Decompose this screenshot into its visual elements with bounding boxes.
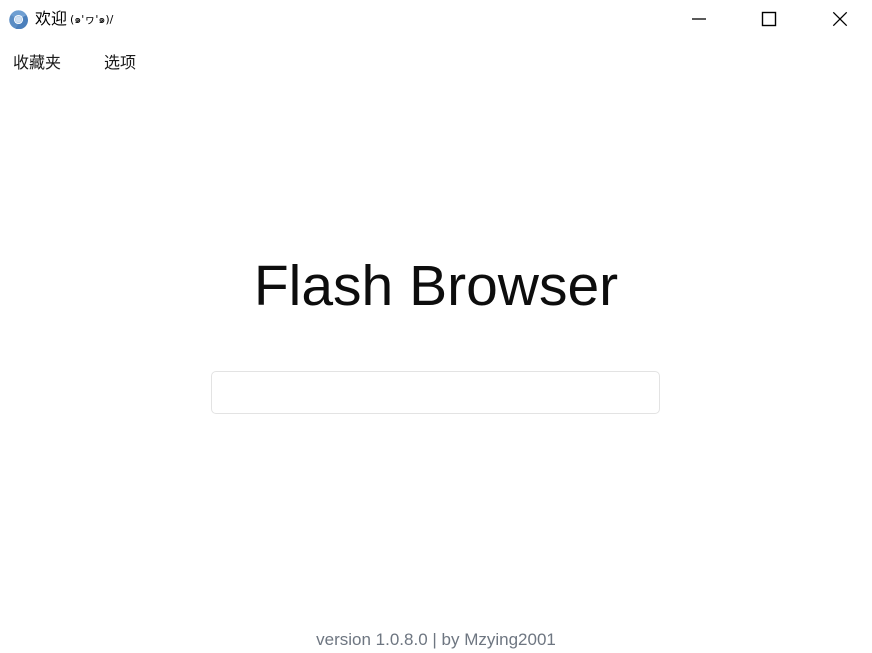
maximize-icon — [758, 8, 780, 30]
menu-item-options[interactable]: 选项 — [104, 51, 136, 75]
close-button[interactable] — [817, 0, 863, 38]
window-title-kaomoji: (๑'ヮ'๑)/ — [70, 13, 114, 26]
address-input[interactable] — [211, 371, 660, 414]
version-label: version 1.0.8.0 | by Mzying2001 — [316, 630, 556, 649]
maximize-button[interactable] — [746, 0, 792, 38]
window-title: 欢迎 — [35, 9, 68, 28]
title-bar-drag-region[interactable]: 欢迎 (๑'ヮ'๑)/ — [0, 0, 676, 38]
menu-bar: 收藏夹 选项 — [0, 46, 872, 80]
window-controls — [676, 0, 872, 38]
close-icon — [829, 8, 851, 30]
title-bar: 欢迎 (๑'ヮ'๑)/ — [0, 0, 872, 38]
main-content: Flash Browser version 1.0.8.0 | by Mzyin… — [0, 80, 872, 653]
minimize-icon — [688, 8, 710, 30]
minimize-button[interactable] — [676, 0, 722, 38]
chromium-logo-icon — [9, 9, 29, 29]
menu-item-favorites[interactable]: 收藏夹 — [13, 51, 61, 75]
page-title: Flash Browser — [253, 254, 619, 318]
